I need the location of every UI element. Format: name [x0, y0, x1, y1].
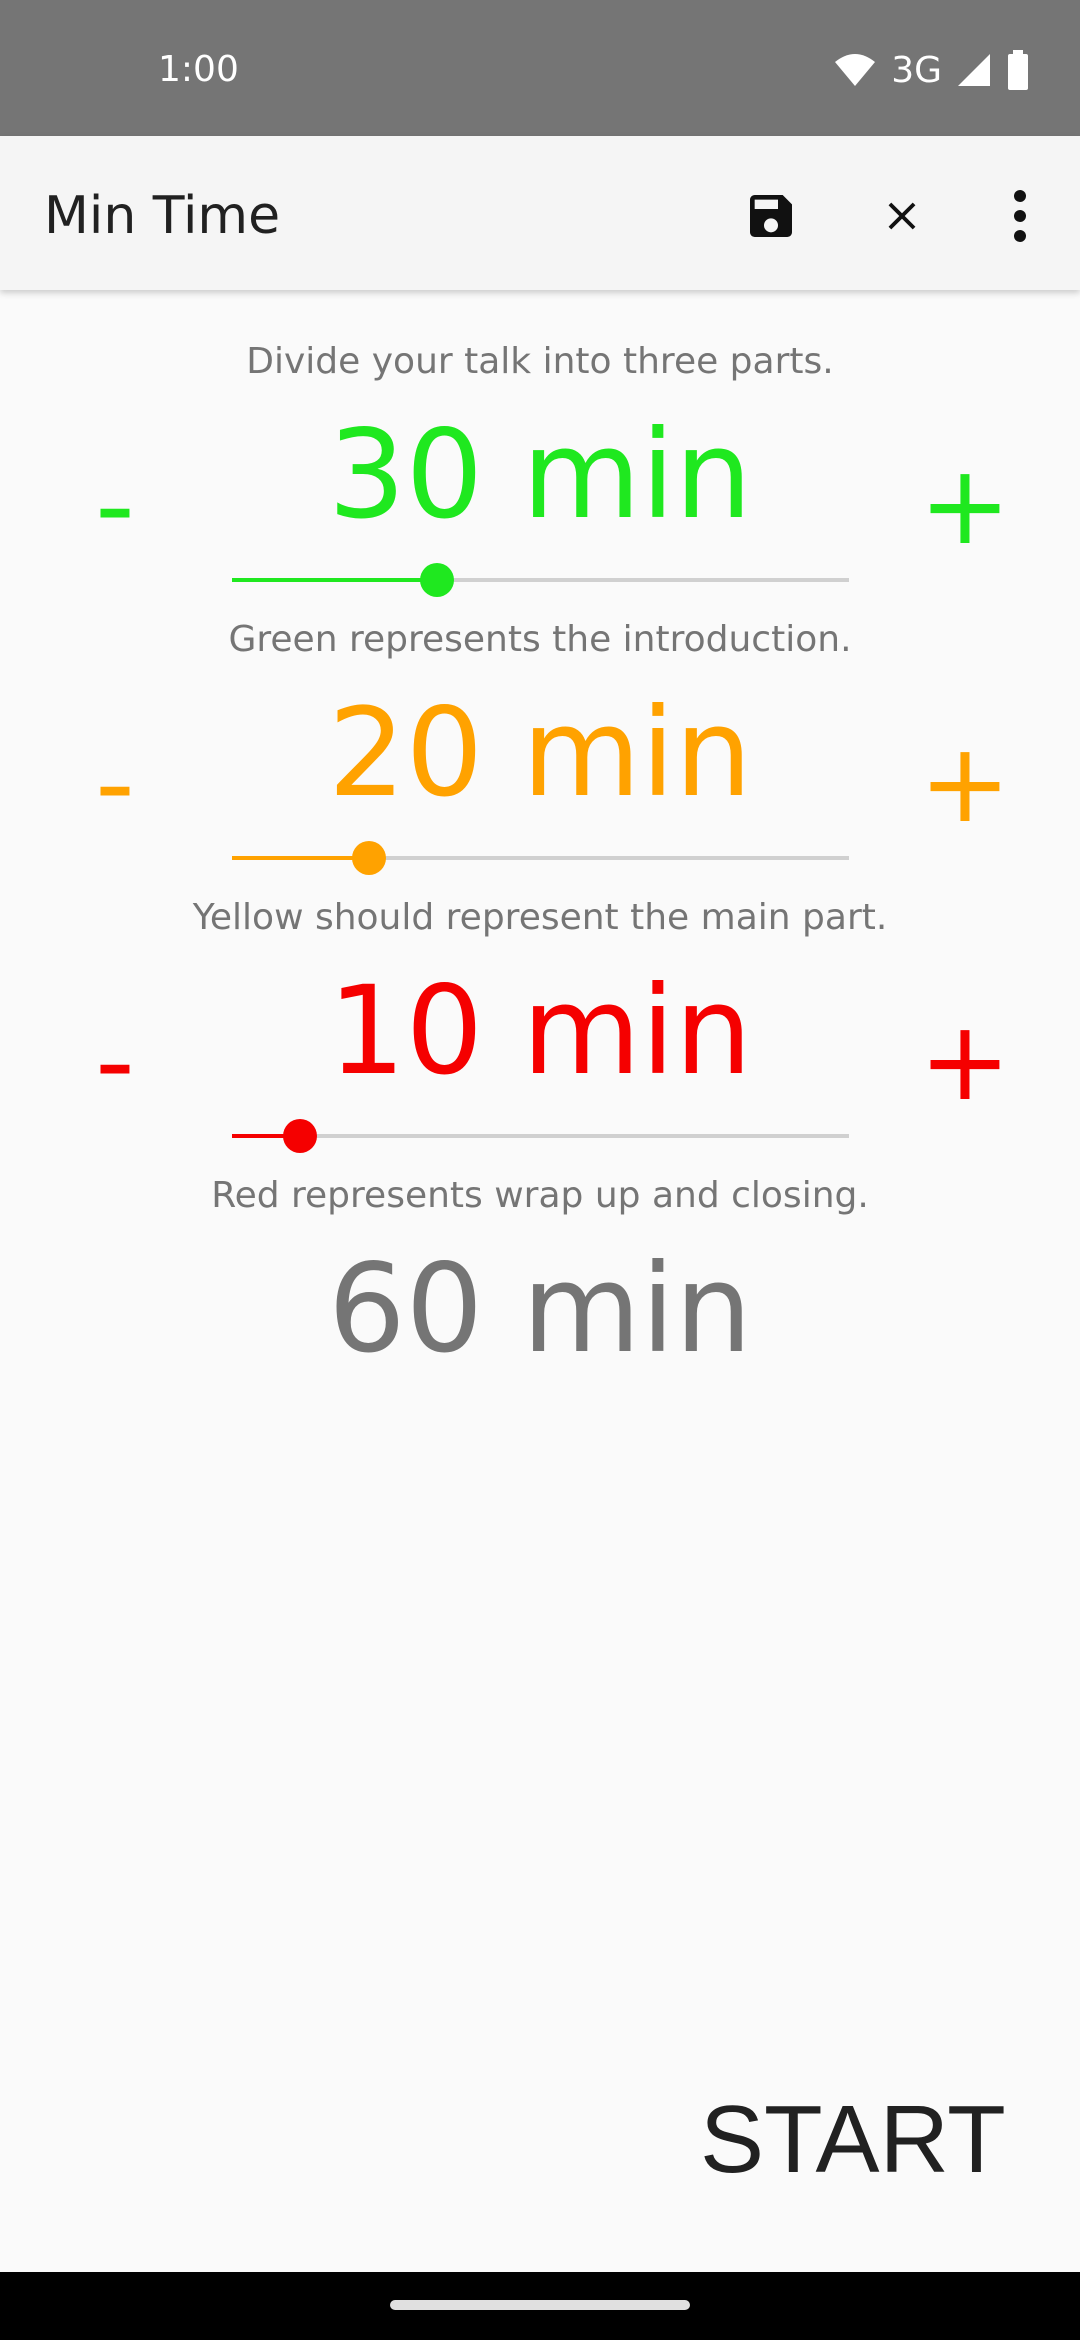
intro-slider[interactable] — [232, 563, 849, 597]
close-icon — [888, 202, 916, 230]
app-title: Min Time — [44, 186, 281, 246]
cell-signal-icon — [958, 54, 990, 86]
status-icons: 3G — [833, 44, 1030, 96]
home-handle[interactable] — [390, 2300, 690, 2310]
more-vert-icon — [1014, 190, 1026, 242]
navigation-bar — [0, 2272, 1080, 2340]
increase-intro-button[interactable]: + — [910, 450, 1020, 560]
battery-icon — [1008, 50, 1028, 90]
overflow-menu-button[interactable] — [980, 176, 1060, 256]
close-button[interactable] — [862, 176, 942, 256]
save-icon — [750, 195, 792, 237]
main-description: Yellow should represent the main part. — [192, 897, 888, 938]
slider-thumb[interactable] — [283, 1119, 318, 1153]
slider-thumb[interactable] — [420, 563, 455, 597]
save-button[interactable] — [731, 176, 811, 256]
increase-main-button[interactable]: + — [910, 728, 1020, 838]
slider-fill — [232, 578, 438, 582]
status-time: 1:00 — [158, 49, 239, 90]
intro-description: Green represents the introduction. — [228, 619, 852, 660]
slider-fill — [232, 856, 369, 860]
app-bar: Min Time — [0, 136, 1080, 290]
closing-description: Red represents wrap up and closing. — [211, 1175, 869, 1216]
status-bar: 1:00 3G — [0, 0, 1080, 136]
closing-slider[interactable] — [232, 1119, 849, 1153]
increase-closing-button[interactable]: + — [910, 1006, 1020, 1116]
total-duration: 60 min — [327, 1238, 753, 1380]
slider-thumb[interactable] — [351, 841, 386, 875]
start-button[interactable]: START — [700, 2085, 1006, 2195]
intro-text: Divide your talk into three parts. — [246, 341, 834, 382]
wifi-icon — [835, 54, 876, 86]
main-slider[interactable] — [232, 841, 849, 875]
network-type: 3G — [891, 49, 942, 91]
